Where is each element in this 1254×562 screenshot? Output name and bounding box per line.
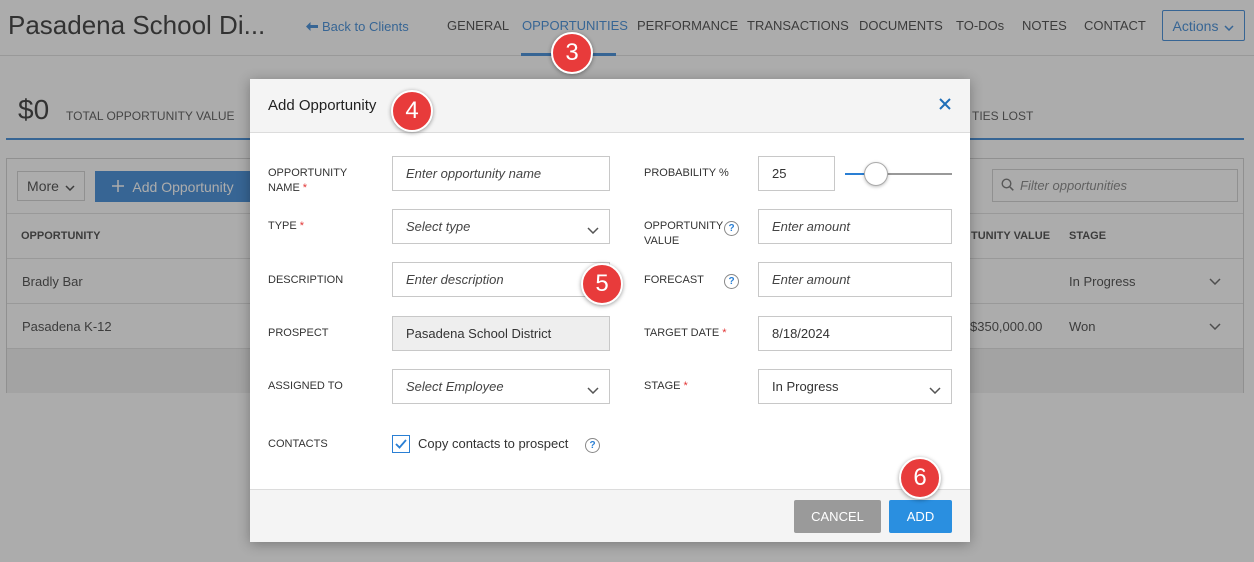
stage-select[interactable]: In Progress <box>758 369 952 404</box>
copy-contacts-checkbox[interactable] <box>392 435 410 453</box>
opportunity-name-input[interactable]: Enter opportunity name <box>392 156 610 191</box>
probability-label: PROBABILITY % <box>644 167 729 179</box>
add-opportunity-modal: Add Opportunity OPPORTUNITY NAME * Enter … <box>250 79 970 542</box>
type-select[interactable]: Select type <box>392 209 610 244</box>
prospect-label: PROSPECT <box>268 327 329 339</box>
description-input[interactable]: Enter description <box>392 262 610 297</box>
checkmark-icon <box>395 439 407 449</box>
modal-header: Add Opportunity <box>250 79 970 133</box>
step-marker-3: 3 <box>551 32 593 74</box>
probability-slider-handle[interactable] <box>864 162 888 186</box>
contacts-label: CONTACTS <box>268 438 328 450</box>
description-label: DESCRIPTION <box>268 274 344 286</box>
type-label: TYPE * <box>268 220 305 232</box>
copy-contacts-label[interactable]: Copy contacts to prospect <box>418 436 568 451</box>
step-marker-5: 5 <box>581 263 623 305</box>
opportunity-value-label: OPPORTUNITY VALUE <box>644 220 724 247</box>
help-icon[interactable]: ? <box>585 438 600 453</box>
opportunity-value-input[interactable]: Enter amount <box>758 209 952 244</box>
chevron-down-icon <box>587 222 599 237</box>
stage-label: STAGE * <box>644 380 688 392</box>
close-icon[interactable] <box>938 97 954 113</box>
step-marker-4: 4 <box>391 90 433 132</box>
forecast-label: FORECAST <box>644 274 704 286</box>
help-icon[interactable]: ? <box>724 274 739 289</box>
add-button[interactable]: ADD <box>889 500 952 533</box>
prospect-field: Pasadena School District <box>392 316 610 351</box>
chevron-down-icon <box>929 382 941 397</box>
step-marker-6: 6 <box>899 457 941 499</box>
opportunity-name-label: OPPORTUNITY NAME * <box>268 167 348 194</box>
cancel-button[interactable]: CANCEL <box>794 500 881 533</box>
chevron-down-icon <box>587 382 599 397</box>
help-icon[interactable]: ? <box>724 221 739 236</box>
assigned-to-label: ASSIGNED TO <box>268 380 343 392</box>
modal-footer: CANCEL ADD <box>250 489 970 542</box>
probability-input[interactable]: 25 <box>758 156 835 191</box>
target-date-label: TARGET DATE * <box>644 327 727 339</box>
target-date-input[interactable]: 8/18/2024 <box>758 316 952 351</box>
assigned-employee-select[interactable]: Select Employee <box>392 369 610 404</box>
forecast-input[interactable]: Enter amount <box>758 262 952 297</box>
modal-title: Add Opportunity <box>268 97 377 114</box>
